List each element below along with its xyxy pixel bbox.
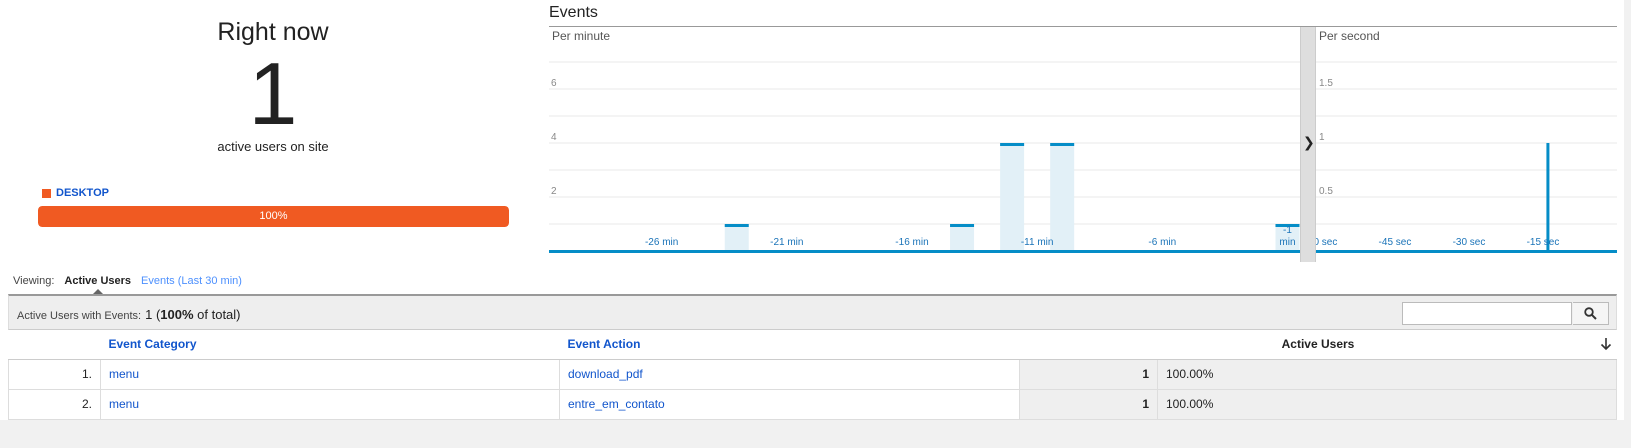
header-index: [8, 330, 101, 360]
chart-bar: [950, 224, 975, 251]
x-tick-label: min: [1279, 237, 1295, 248]
row-event-action[interactable]: entre_em_contato: [559, 389, 1020, 420]
device-legend: DESKTOP: [42, 187, 109, 199]
y-tick-label: 1.5: [1319, 78, 1333, 89]
row-active-users: 1: [1019, 389, 1158, 420]
events-table-container: Active Users with Events: 1 (100% of tota…: [8, 294, 1617, 420]
table-row: 1. menu download_pdf 1 100.00%: [8, 359, 1617, 390]
viewing-label: Viewing:: [13, 275, 55, 287]
table-search-input[interactable]: [1402, 302, 1572, 325]
row-active-users: 1: [1019, 359, 1158, 390]
y-tick-label: 2: [551, 186, 557, 197]
x-tick-label: -21 min: [770, 237, 803, 248]
y-tick-label: 1: [1319, 132, 1325, 143]
summary-percent: 100%: [160, 307, 194, 322]
chart-title: Per minute: [552, 29, 610, 43]
x-tick-label: -30 sec: [1453, 237, 1486, 248]
summary-paren-close: of total): [193, 307, 241, 322]
tab-active-users[interactable]: Active Users: [64, 275, 132, 295]
chart-bar-cap: [1050, 143, 1075, 146]
per-second-chart: Per second 0.5 1 1.5 -60 sec -45 sec -30 sec -1…: [1316, 29, 1617, 253]
row-active-users-percent: 100.00%: [1157, 359, 1617, 390]
realtime-events-panel: Right now 1 active users on site DESKTOP…: [0, 0, 1624, 420]
x-tick-label: -60 sec: [1316, 237, 1337, 248]
header-event-action[interactable]: Event Action: [559, 330, 1020, 360]
table-row: 2. menu entre_em_contato 1 100.00%: [8, 389, 1617, 420]
header-active-users-label: Active Users: [1281, 337, 1355, 352]
active-users-count: 1: [248, 44, 298, 143]
table-search-button[interactable]: [1573, 302, 1609, 325]
viewing-tabs: Viewing: Active Users Events (Last 30 mi…: [13, 275, 242, 295]
device-label[interactable]: DESKTOP: [56, 187, 109, 199]
x-tick-label: -15 sec: [1527, 237, 1560, 248]
sort-descending-icon[interactable]: [1599, 337, 1613, 351]
x-tick-label: -26 min: [645, 237, 678, 248]
table-header-row: Event Category Event Action Active Users: [8, 330, 1617, 360]
summary-label: Active Users with Events:: [17, 310, 142, 322]
x-tick-label: -6 min: [1148, 237, 1176, 248]
x-tick-label: -1: [1283, 225, 1292, 236]
tab-active-users-label: Active Users: [64, 275, 132, 287]
x-tick-label: -16 min: [895, 237, 928, 248]
x-tick-label: -11 min: [1021, 237, 1054, 248]
table-summary-bar: Active Users with Events: 1 (100% of tota…: [8, 294, 1617, 330]
x-tick-label: -45 sec: [1379, 237, 1412, 248]
search-icon: [1584, 307, 1597, 320]
row-event-category[interactable]: menu: [100, 389, 560, 420]
y-tick-label: 4: [551, 132, 557, 143]
chart-bar: [1546, 143, 1550, 251]
y-tick-label: 6: [551, 78, 557, 89]
chart-bar-cap: [724, 224, 749, 227]
events-table: Event Category Event Action Active Users…: [8, 330, 1617, 420]
row-index: 2.: [8, 389, 101, 420]
active-users-subtitle: active users on site: [217, 139, 329, 154]
chart-bar-cap: [1000, 143, 1025, 146]
events-title: Events: [549, 4, 598, 21]
right-now-title: Right now: [217, 18, 329, 46]
per-minute-chart: Per minute 2 4 6 -26 min -21 min -16 min -11 mi…: [549, 29, 1300, 253]
chevron-right-icon[interactable]: ❯: [1303, 134, 1315, 151]
chart-bar: [724, 224, 749, 251]
device-color-swatch: [42, 188, 51, 198]
summary-value: 1 (100% of total): [145, 307, 240, 322]
header-active-users[interactable]: Active Users: [1019, 330, 1617, 360]
device-share-percent: 100%: [259, 210, 288, 222]
summary-text: Active Users with Events: 1 (100% of tota…: [17, 307, 241, 322]
y-tick-label: 0.5: [1319, 186, 1333, 197]
tab-events-last-30-min[interactable]: Events (Last 30 min): [141, 275, 242, 287]
chart-title: Per second: [1319, 29, 1380, 43]
chart-bar-cap: [950, 224, 975, 227]
device-share-bar: 100%: [38, 206, 509, 227]
row-event-category[interactable]: menu: [100, 359, 560, 390]
chart-bar: [1050, 143, 1075, 251]
chart-bar: [1000, 143, 1025, 251]
row-index: 1.: [8, 359, 101, 390]
row-active-users-percent: 100.00%: [1157, 389, 1617, 420]
row-event-action[interactable]: download_pdf: [559, 359, 1020, 390]
header-event-category[interactable]: Event Category: [100, 330, 560, 360]
